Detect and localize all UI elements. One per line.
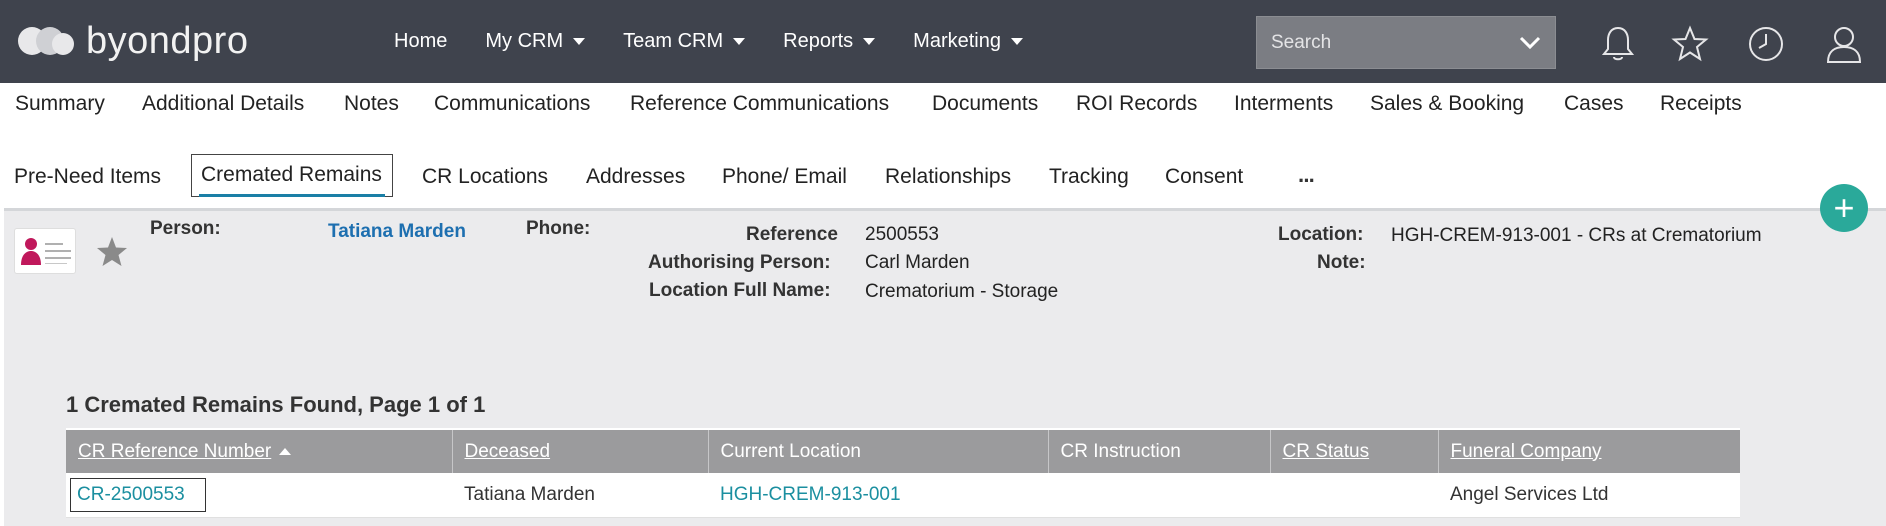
table-header-row: CR Reference Number Deceased Current Loc… (66, 428, 1740, 473)
nav-home-label: Home (394, 30, 448, 52)
plus-icon: + (1833, 187, 1855, 228)
column-current-location: Current Location (708, 428, 1049, 473)
main-nav: Home My CRM Team CRM Reports Marketing (394, 30, 1061, 53)
tab-cases[interactable]: Cases (1564, 92, 1624, 116)
nav-reports[interactable]: Reports (783, 30, 876, 53)
tab-consent[interactable]: Consent (1165, 165, 1243, 189)
add-button[interactable]: + (1820, 184, 1868, 232)
tab-cr-locations[interactable]: CR Locations (422, 165, 548, 189)
tab-communications[interactable]: Communications (434, 92, 590, 116)
tab-notes[interactable]: Notes (344, 92, 399, 116)
nav-home[interactable]: Home (394, 30, 447, 53)
tab-additional-details[interactable]: Additional Details (142, 92, 304, 116)
top-navigation-bar: byondpro Home My CRM Team CRM Reports Ma… (0, 0, 1886, 85)
clock-icon[interactable] (1746, 24, 1786, 64)
column-cr-status[interactable]: CR Status (1270, 428, 1439, 473)
reference-label: Reference (746, 224, 838, 245)
sort-ascending-icon (279, 447, 292, 455)
nav-team-crm[interactable]: Team CRM (623, 30, 746, 53)
cell-funeral-company: Angel Services Ltd (1438, 473, 1740, 518)
person-link[interactable]: Tatiana Marden (328, 221, 466, 243)
authorising-person-value: Carl Marden (865, 252, 970, 273)
tab-phone-email[interactable]: Phone/ Email (722, 165, 847, 189)
tab-roi-records[interactable]: ROI Records (1076, 92, 1197, 116)
cell-cr-status (1270, 473, 1438, 518)
person-label: Person: (150, 218, 221, 239)
caret-down-icon (573, 38, 586, 45)
tab-sales-booking[interactable]: Sales & Booking (1370, 92, 1524, 116)
cell-cr-instruction (1048, 473, 1270, 518)
tab-interments[interactable]: Interments (1234, 92, 1333, 116)
person-card-icon (14, 228, 76, 274)
tab-pre-need-items[interactable]: Pre-Need Items (14, 165, 161, 189)
column-cr-instruction: CR Instruction (1048, 428, 1271, 473)
nav-my-crm-label: My CRM (485, 30, 564, 52)
note-label: Note: (1317, 252, 1366, 273)
app-logo[interactable]: byondpro (18, 22, 248, 60)
results-summary: 1 Cremated Remains Found, Page 1 of 1 (66, 392, 486, 417)
tab-cremated-remains[interactable]: Cremated Remains (191, 154, 393, 197)
tab-relationships[interactable]: Relationships (885, 165, 1011, 189)
cremated-remains-table: CR Reference Number Deceased Current Loc… (66, 428, 1740, 518)
star-icon[interactable] (1670, 24, 1710, 64)
search-placeholder: Search (1271, 31, 1332, 53)
nav-reports-label: Reports (783, 30, 854, 52)
phone-label: Phone: (526, 218, 591, 239)
column-deceased[interactable]: Deceased (452, 428, 709, 473)
nav-team-crm-label: Team CRM (623, 30, 724, 52)
favorite-star-icon[interactable] (96, 236, 128, 273)
location-value: HGH-CREM-913-001 - CRs at Crematorium (1391, 225, 1762, 246)
cr-reference-link[interactable]: CR-2500553 (70, 477, 206, 512)
tab-reference-communications[interactable]: Reference Communications (630, 92, 889, 116)
chevron-down-icon[interactable] (1519, 36, 1541, 50)
user-icon[interactable] (1824, 24, 1864, 64)
tab-documents[interactable]: Documents (932, 92, 1038, 116)
logo-mark-icon (18, 23, 78, 59)
column-cr-reference-number-label: CR Reference Number (78, 440, 272, 462)
table-row: CR-2500553 Tatiana Marden HGH-CREM-913-0… (66, 473, 1740, 518)
reference-value: 2500553 (865, 224, 939, 245)
logo-text: byondpro (86, 20, 249, 62)
caret-down-icon (1010, 38, 1023, 45)
cell-current-location-link[interactable]: HGH-CREM-913-001 (708, 473, 1048, 518)
tab-receipts[interactable]: Receipts (1660, 92, 1742, 116)
more-tabs-icon[interactable]: ··· (1298, 168, 1316, 194)
column-cr-reference-number[interactable]: CR Reference Number (66, 428, 453, 473)
nav-marketing-label: Marketing (913, 30, 1001, 52)
tab-summary[interactable]: Summary (15, 92, 105, 116)
column-funeral-company[interactable]: Funeral Company (1438, 428, 1740, 473)
location-full-name-label: Location Full Name: (649, 280, 831, 301)
bell-icon[interactable] (1598, 24, 1638, 64)
location-full-name-value: Crematorium - Storage (865, 281, 1059, 302)
tab-tracking[interactable]: Tracking (1049, 165, 1129, 189)
cell-cr-reference: CR-2500553 (66, 473, 452, 518)
authorising-person-label: Authorising Person: (648, 252, 831, 273)
caret-down-icon (733, 38, 746, 45)
nav-my-crm[interactable]: My CRM (485, 30, 586, 53)
nav-marketing[interactable]: Marketing (913, 30, 1023, 53)
caret-down-icon (863, 38, 876, 45)
cell-deceased: Tatiana Marden (452, 473, 708, 518)
location-label: Location: (1278, 224, 1364, 245)
tab-addresses[interactable]: Addresses (586, 165, 685, 189)
search-input[interactable]: Search (1256, 16, 1556, 69)
